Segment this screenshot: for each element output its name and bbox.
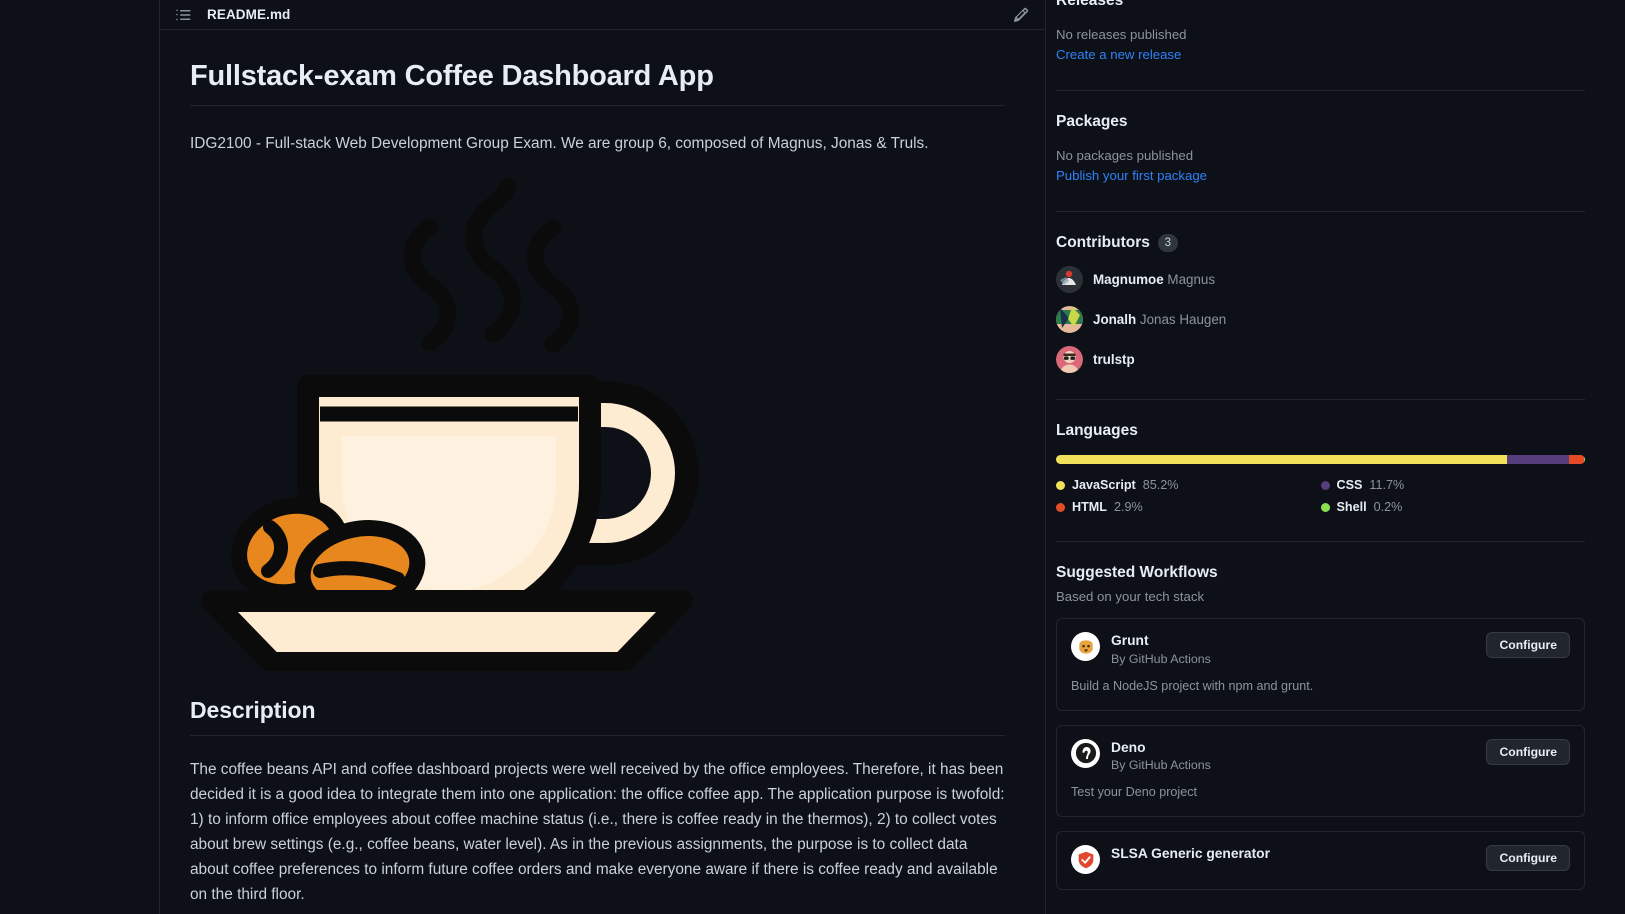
workflow-author: By GitHub Actions bbox=[1111, 758, 1211, 772]
divider bbox=[1056, 90, 1585, 92]
contributor-username: Magnumoe bbox=[1093, 272, 1164, 288]
suggested-workflows-section: Suggested Workflows Based on your tech s… bbox=[1056, 564, 1585, 891]
publish-package-link[interactable]: Publish your first package bbox=[1056, 168, 1207, 183]
avatar bbox=[1056, 306, 1083, 334]
language-color-dot bbox=[1320, 480, 1330, 490]
contributor-row[interactable]: Magnumoe Magnus bbox=[1056, 266, 1585, 294]
contributor-name: Jonalh Jonas Haugen bbox=[1093, 312, 1226, 327]
releases-title: Releases bbox=[1056, 0, 1124, 9]
divider bbox=[1056, 211, 1585, 213]
workflow-card-slsa[interactable]: SLSA Generic generator Configure bbox=[1056, 831, 1585, 891]
configure-button[interactable]: Configure bbox=[1486, 845, 1570, 872]
language-color-dot bbox=[1056, 502, 1065, 512]
language-legend: JavaScript 85.2% CSS 11.7% HTML 2.9% She… bbox=[1056, 477, 1585, 515]
languages-title: Languages bbox=[1056, 422, 1138, 440]
packages-empty-text: No packages published bbox=[1056, 148, 1194, 164]
github-repo-page: README.md Fullstack-exam Coffee Dashboar… bbox=[0, 0, 1625, 914]
readme-content: Fullstack-exam Coffee Dashboard App IDG2… bbox=[160, 30, 1045, 914]
workflow-name: SLSA Generic generator bbox=[1111, 846, 1270, 862]
language-bar bbox=[1056, 455, 1585, 465]
language-bar-segment-javascript bbox=[1056, 455, 1507, 465]
releases-section: Releases No releases published Create a … bbox=[1056, 0, 1585, 64]
grunt-logo-icon bbox=[1071, 632, 1100, 662]
configure-button[interactable]: Configure bbox=[1486, 632, 1570, 659]
contributors-section: Contributors 3 Magnumoe Magnus Jonalh Jo… bbox=[1056, 234, 1585, 374]
divider bbox=[1056, 399, 1585, 401]
languages-section: Languages JavaScript 85.2% CSS 11.7% HTM… bbox=[1056, 422, 1585, 515]
contributors-count: 3 bbox=[1157, 234, 1178, 253]
readme-header: README.md bbox=[160, 0, 1045, 30]
language-bar-segment-shell bbox=[1583, 455, 1585, 465]
readme-intro-paragraph: IDG2100 - Full-stack Web Development Gro… bbox=[190, 135, 929, 152]
workflow-card-deno[interactable]: Deno By GitHub Actions Configure Test yo… bbox=[1056, 724, 1585, 818]
description-section: Description The coffee beans API and cof… bbox=[190, 697, 1005, 908]
packages-title: Packages bbox=[1056, 113, 1128, 131]
workflows-subtitle: Based on your tech stack bbox=[1056, 589, 1205, 605]
workflow-description: Build a NodeJS project with npm and grun… bbox=[1071, 678, 1314, 693]
language-name: Shell bbox=[1336, 500, 1367, 515]
contributor-username: trulstp bbox=[1093, 352, 1135, 368]
workflow-description: Test your Deno project bbox=[1071, 785, 1197, 799]
description-heading: Description bbox=[190, 697, 1005, 736]
language-percent: 0.2% bbox=[1373, 500, 1403, 515]
releases-empty-text: No releases published bbox=[1056, 27, 1187, 42]
contributor-fullname: Magnus bbox=[1167, 272, 1216, 288]
contributor-fullname: Jonas Haugen bbox=[1139, 312, 1227, 328]
language-percent: 2.9% bbox=[1113, 500, 1143, 515]
workflow-card-grunt[interactable]: Grunt By GitHub Actions Configure Build … bbox=[1056, 618, 1585, 711]
slsa-logo-icon bbox=[1071, 845, 1100, 875]
language-bar-segment-css bbox=[1506, 455, 1569, 465]
language-item-shell[interactable]: Shell 0.2% bbox=[1320, 499, 1586, 515]
contributors-title: Contributors bbox=[1056, 234, 1150, 252]
language-bar-segment-html bbox=[1568, 455, 1584, 465]
workflows-title: Suggested Workflows bbox=[1056, 564, 1218, 582]
language-percent: 85.2% bbox=[1142, 478, 1179, 493]
readme-panel: README.md Fullstack-exam Coffee Dashboar… bbox=[160, 0, 1046, 914]
contributor-row[interactable]: trulstp bbox=[1056, 346, 1585, 374]
language-percent: 11.7% bbox=[1369, 478, 1405, 493]
avatar bbox=[1056, 266, 1083, 294]
language-item-html[interactable]: HTML 2.9% bbox=[1056, 499, 1321, 515]
workflow-name: Deno bbox=[1111, 739, 1146, 755]
language-name: CSS bbox=[1336, 478, 1363, 493]
configure-button[interactable]: Configure bbox=[1486, 738, 1570, 765]
contributor-name: trulstp bbox=[1093, 352, 1135, 367]
language-name: HTML bbox=[1072, 500, 1107, 515]
divider bbox=[1056, 541, 1585, 543]
language-color-dot bbox=[1056, 480, 1065, 490]
language-name: JavaScript bbox=[1072, 478, 1136, 493]
deno-logo-icon bbox=[1071, 738, 1100, 768]
coffee-cup-illustration bbox=[190, 171, 1005, 671]
contributor-username: Jonalh bbox=[1093, 312, 1137, 328]
pencil-icon[interactable] bbox=[1012, 6, 1029, 23]
language-color-dot bbox=[1320, 502, 1330, 512]
packages-section: Packages No packages published Publish y… bbox=[1056, 113, 1585, 185]
language-item-css[interactable]: CSS 11.7% bbox=[1320, 477, 1586, 493]
list-unordered-icon[interactable] bbox=[174, 6, 191, 23]
language-item-javascript[interactable]: JavaScript 85.2% bbox=[1056, 477, 1321, 493]
description-paragraph: The coffee beans API and coffee dashboar… bbox=[190, 760, 1005, 903]
avatar bbox=[1056, 346, 1083, 374]
page-title: Fullstack-exam Coffee Dashboard App bbox=[190, 60, 1005, 106]
readme-filename: README.md bbox=[207, 7, 291, 22]
workflow-name: Grunt bbox=[1111, 633, 1149, 649]
contributor-row[interactable]: Jonalh Jonas Haugen bbox=[1056, 306, 1585, 334]
workflow-author: By GitHub Actions bbox=[1111, 651, 1211, 666]
create-release-link[interactable]: Create a new release bbox=[1056, 47, 1181, 62]
repo-sidebar: Releases No releases published Create a … bbox=[1046, 0, 1625, 914]
contributor-name: Magnumoe Magnus bbox=[1093, 272, 1215, 287]
left-gutter bbox=[0, 0, 160, 914]
